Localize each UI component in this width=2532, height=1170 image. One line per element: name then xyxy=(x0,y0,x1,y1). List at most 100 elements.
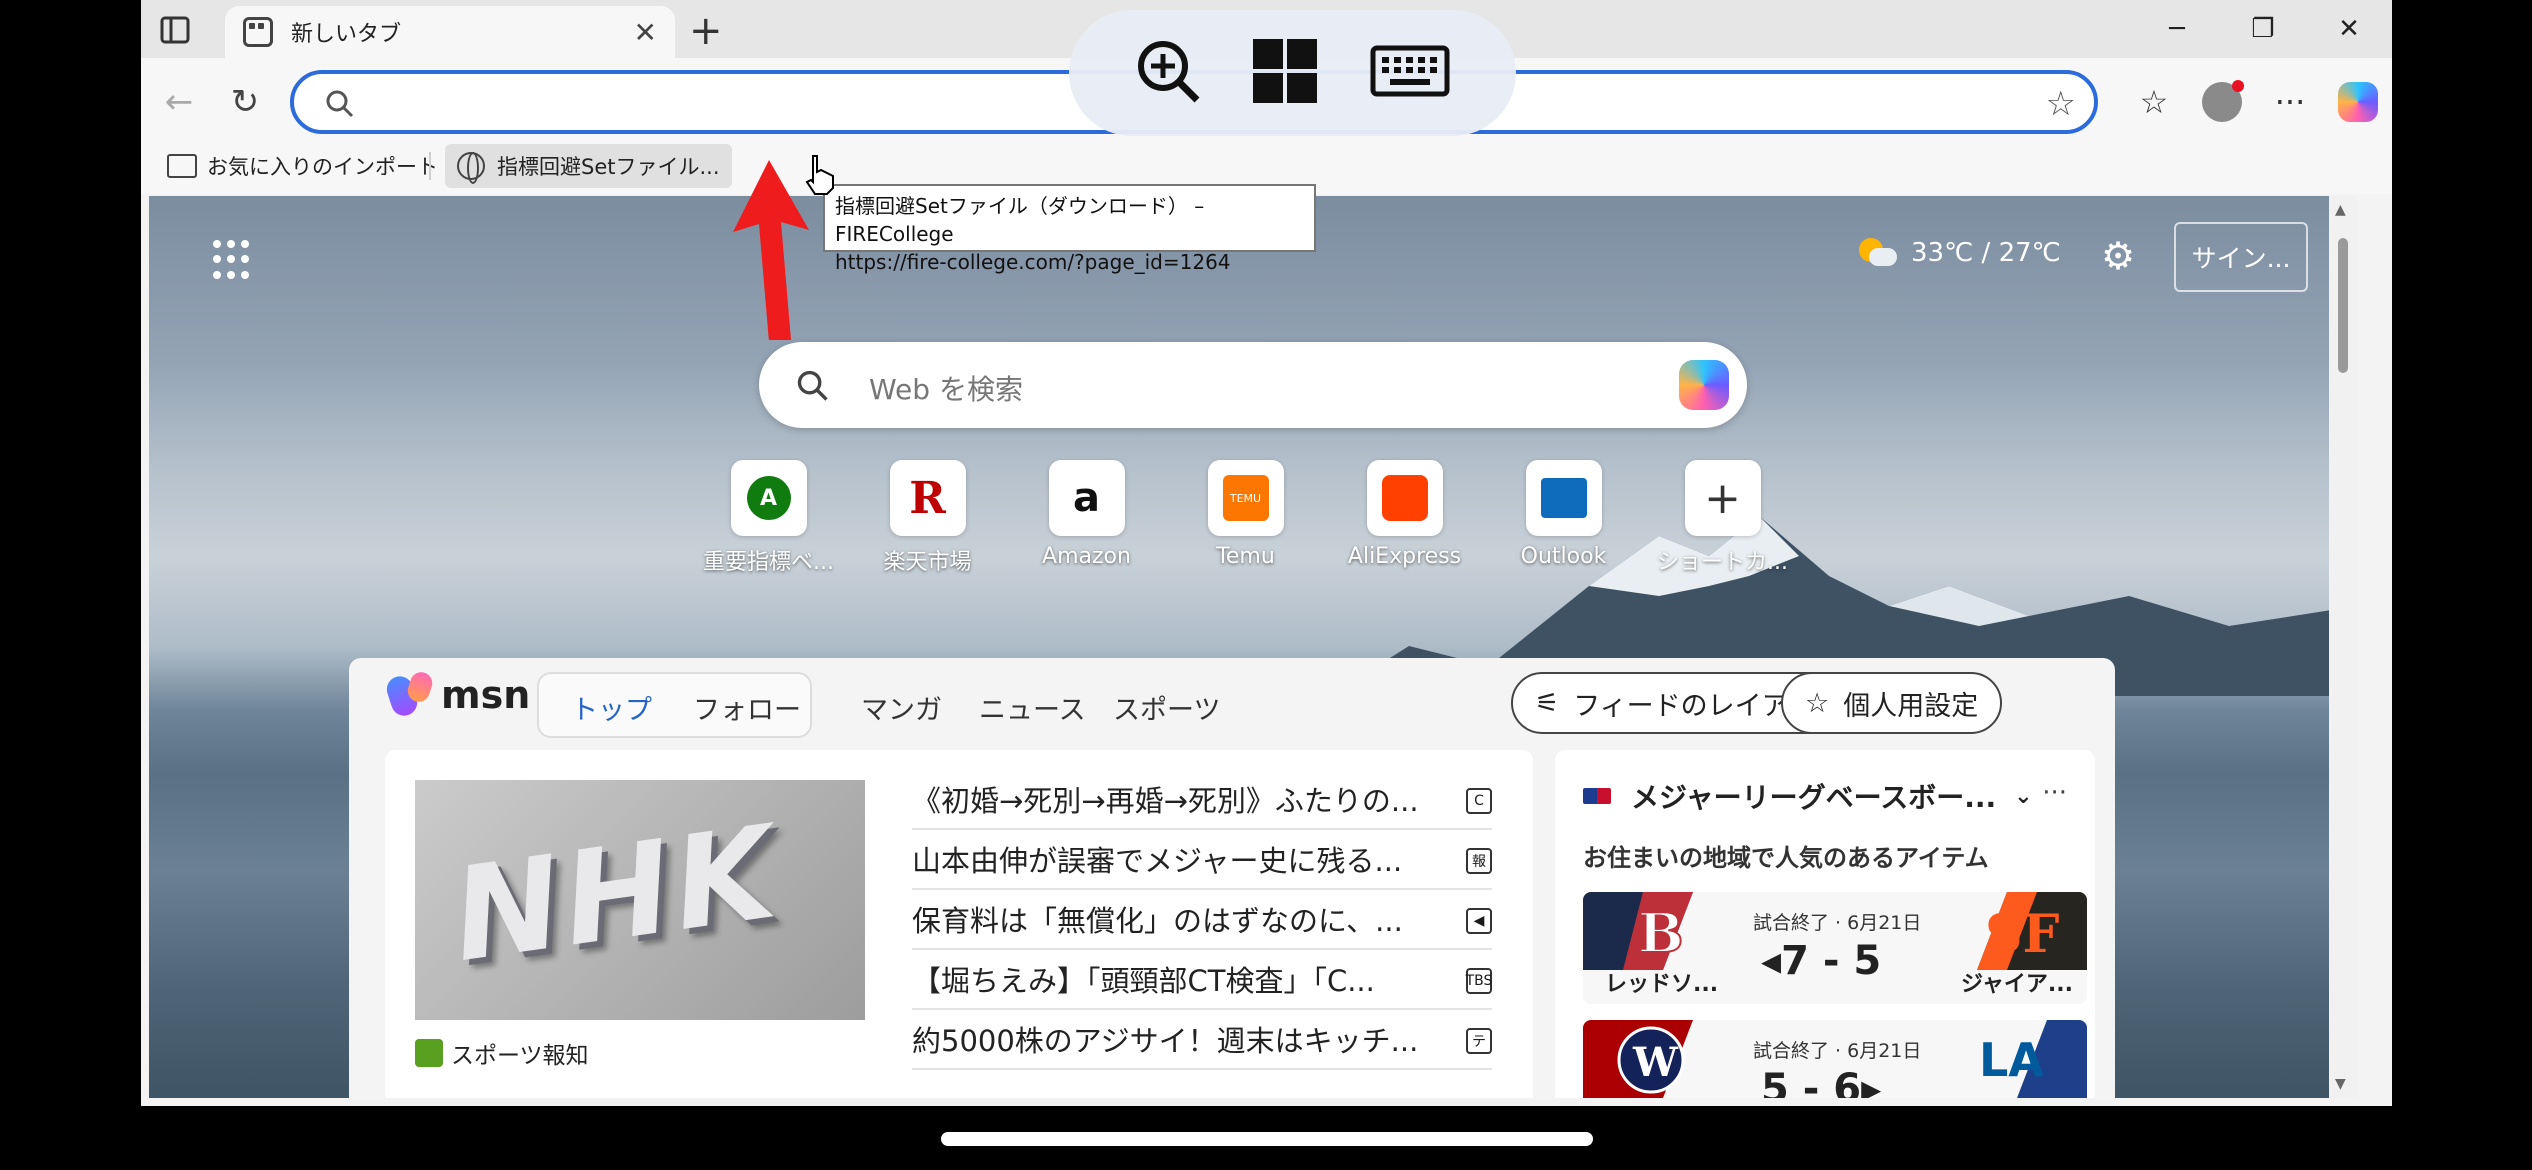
more-options-icon[interactable]: ··· xyxy=(2042,778,2067,808)
search-placeholder: Web を検索 xyxy=(869,373,1023,406)
scrollbar-thumb[interactable] xyxy=(2338,238,2348,373)
restore-button[interactable]: ❐ xyxy=(2220,0,2306,58)
tab-new-tab[interactable]: 新しいタブ ✕ xyxy=(225,6,675,58)
chevron-down-icon: ⌄ xyxy=(2014,783,2033,809)
msn-logo[interactable]: msn xyxy=(389,672,530,718)
tab-top[interactable]: トップ xyxy=(571,688,652,727)
back-icon[interactable]: ← xyxy=(157,80,201,124)
publisher-icon xyxy=(415,1039,443,1067)
add-shortcut[interactable]: + ショートカ... xyxy=(1643,460,1802,576)
close-tab-icon[interactable]: ✕ xyxy=(634,16,657,49)
headline-text: 保育料は「無償化」のはずなのに、... xyxy=(912,904,1403,938)
svg-text:W: W xyxy=(1632,1039,1679,1086)
quick-link-label: Outlook xyxy=(1520,544,1607,569)
search-icon xyxy=(795,368,831,408)
team-name: レッドソ... xyxy=(1605,972,1719,997)
import-favorites-link[interactable]: お気に入りのインポート xyxy=(155,144,450,188)
headline-item[interactable]: 【堀ちえみ】「頭頸部CT検査」「C... TBS xyxy=(912,950,1492,1010)
favorite-star-icon[interactable]: ☆ xyxy=(2046,84,2076,124)
aliexpress-icon xyxy=(1381,475,1428,521)
game-result[interactable]: B SF 試合終了 · 6月21日 ◂7 - 5 レッドソ... ジャイア... xyxy=(1583,892,2087,1004)
home-indicator[interactable] xyxy=(941,1132,1593,1146)
close-window-button[interactable]: ✕ xyxy=(2306,0,2392,58)
amazon-icon: a xyxy=(1073,475,1100,521)
game-score: ◂7 - 5 xyxy=(1761,938,1882,984)
game-score: 5 - 6▸ xyxy=(1761,1066,1882,1098)
sports-widget-title: メジャーリーグベースボー... xyxy=(1631,781,1997,814)
refresh-icon[interactable]: ↻ xyxy=(223,80,267,124)
tab-actions-icon[interactable] xyxy=(157,12,193,48)
game-status: 試合終了 · 6月21日 xyxy=(1753,912,1922,934)
tab-follow[interactable]: フォロー xyxy=(693,688,801,727)
keyboard-icon[interactable] xyxy=(1370,45,1450,101)
msn-logo-text: msn xyxy=(441,673,531,717)
profile-button[interactable] xyxy=(2188,80,2256,122)
quick-link-label: ショートカ... xyxy=(1657,550,1788,575)
gear-icon[interactable]: ⚙ xyxy=(2101,234,2135,278)
quick-link[interactable]: A 重要指標ベ... xyxy=(689,460,848,576)
new-tab-page: 33℃ / 27℃ ⚙ サイン... Web を検索 A 重要指標ベ... R … xyxy=(149,196,2357,1098)
search-icon xyxy=(324,88,356,124)
red-sox-logo: B xyxy=(1583,892,1693,970)
weather-widget[interactable]: 33℃ / 27℃ xyxy=(1855,238,2061,268)
scrollbar[interactable]: ▲ ▼ xyxy=(2329,196,2357,1098)
quick-link-label: Temu xyxy=(1216,544,1275,569)
zoom-in-icon[interactable] xyxy=(1135,38,1201,108)
publisher-icon: 報 xyxy=(1466,848,1492,874)
signin-button[interactable]: サイン... xyxy=(2174,222,2308,292)
quick-link[interactable]: R 楽天市場 xyxy=(848,460,1007,576)
new-tab-button[interactable]: + xyxy=(689,8,723,54)
windows-icon[interactable] xyxy=(1253,39,1318,107)
news-card: NHK スポーツ報知 《初婚→死別→再婚→死別》ふたりの... C 山本由伸が誤… xyxy=(385,750,1533,1098)
sports-widget: メジャーリーグベースボー... ⌄ ··· お住まいの地域で人気のあるアイテム … xyxy=(1555,750,2095,1098)
more-icon[interactable]: ··· xyxy=(2256,83,2324,121)
quick-links: A 重要指標ベ... R 楽天市場 a Amazon TEMU Temu Ali… xyxy=(689,460,1802,576)
publisher-icon: C xyxy=(1466,788,1492,814)
quick-link-label: Amazon xyxy=(1042,544,1131,569)
partly-cloudy-icon xyxy=(1855,238,1897,268)
tab-manga[interactable]: マンガ xyxy=(861,688,942,727)
folder-icon xyxy=(167,154,197,178)
apps-launcher-icon[interactable] xyxy=(213,240,253,280)
browser-window: 新しいタブ ✕ + ─ ❐ ✕ ← ↻ ☆ ☆ ··· お気に入りのインポート xyxy=(141,0,2392,1106)
copilot-button[interactable] xyxy=(2324,82,2392,122)
web-search-box[interactable]: Web を検索 xyxy=(759,342,1747,428)
headline-item[interactable]: 約5000株のアジサイ！週末はキッチ... テ xyxy=(912,1010,1492,1070)
favorite-item[interactable]: 指標回避Setファイル... xyxy=(445,144,732,188)
news-thumbnail[interactable]: NHK xyxy=(415,780,865,1020)
dodgers-logo: LA xyxy=(1979,1020,2087,1098)
scroll-down-icon[interactable]: ▼ xyxy=(2335,1076,2346,1092)
quick-link[interactable]: TEMU Temu xyxy=(1166,460,1325,576)
news-source-label: スポーツ報知 xyxy=(451,1043,589,1069)
team-name: ジャイア... xyxy=(1961,972,2073,997)
tab-news[interactable]: ニュース xyxy=(979,688,1086,727)
quick-link[interactable]: a Amazon xyxy=(1007,460,1166,576)
divider xyxy=(429,152,431,180)
msn-feed: msn トップ フォロー マンガ ニュース スポーツ ··· ⚟ フィードのレイ… xyxy=(349,658,2115,1098)
nhk-sign: NHK xyxy=(444,798,788,991)
globe-icon xyxy=(457,152,485,184)
news-source[interactable]: スポーツ報知 xyxy=(415,1036,589,1070)
quick-link[interactable]: AliExpress xyxy=(1325,460,1484,576)
quick-link[interactable]: Outlook xyxy=(1484,460,1643,576)
favorites-icon[interactable]: ☆ xyxy=(2120,83,2188,121)
sports-widget-header[interactable]: メジャーリーグベースボー... ⌄ xyxy=(1583,776,2033,816)
game-result[interactable]: W LA 試合終了 · 6月21日 5 - 6▸ xyxy=(1583,1020,2087,1098)
minimize-button[interactable]: ─ xyxy=(2134,0,2220,58)
quick-link-label: AliExpress xyxy=(1347,544,1462,569)
scroll-up-icon[interactable]: ▲ xyxy=(2335,202,2346,218)
headline-text: 山本由伸が誤審でメジャー史に残る... xyxy=(912,844,1403,878)
personalize-label: 個人用設定 xyxy=(1843,690,1979,722)
headline-item[interactable]: 山本由伸が誤審でメジャー史に残る... 報 xyxy=(912,830,1492,890)
mlb-logo-icon xyxy=(1583,788,1611,804)
favorite-item-label: 指標回避Setファイル... xyxy=(497,155,720,179)
personalize-button[interactable]: ☆ 個人用設定 xyxy=(1781,672,2003,734)
headline-item[interactable]: 保育料は「無償化」のはずなのに、... ◀ xyxy=(912,890,1492,950)
tooltip-url: https://fire-college.com/?page_id=1264 xyxy=(835,250,1231,274)
tooltip: 指標回避Setファイル（ダウンロード） – FIRECollege https:… xyxy=(823,184,1316,274)
headline-item[interactable]: 《初婚→死別→再婚→死別》ふたりの... C xyxy=(912,770,1492,830)
sports-subtitle: お住まいの地域で人気のあるアイテム xyxy=(1583,844,1989,872)
tab-sports[interactable]: スポーツ xyxy=(1113,688,1220,727)
copilot-icon[interactable] xyxy=(1679,360,1729,410)
new-tab-icon xyxy=(243,17,273,47)
